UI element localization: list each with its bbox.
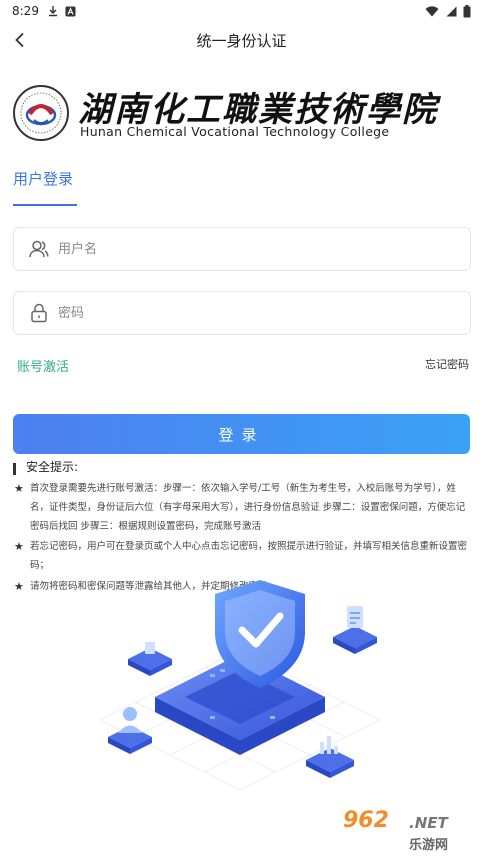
user-icon [28, 238, 50, 260]
password-field[interactable] [13, 291, 471, 335]
security-shield-illustration [99, 580, 381, 790]
back-button[interactable] [6, 26, 34, 54]
password-input[interactable] [58, 292, 470, 334]
college-name-en: Hunan Chemical Vocational Technology Col… [80, 124, 390, 139]
username-input[interactable] [58, 228, 470, 270]
status-time: 8:29 [12, 4, 39, 18]
username-field[interactable] [13, 227, 471, 271]
star-icon: ★ [14, 482, 24, 495]
site-watermark: 962 .NET 乐游网 [339, 806, 477, 854]
wifi-icon [425, 5, 439, 16]
watermark-number: 962 [343, 808, 389, 833]
tip-item: ★ 首次登录需要先进行账号激活：步骤一：依次输入学号/工号（新生为考生号，入校后… [14, 479, 472, 536]
login-button[interactable]: 登录 [13, 414, 470, 454]
forgot-password-link[interactable]: 忘记密码 [425, 356, 469, 372]
tip-text: 首次登录需要先进行账号激活：步骤一：依次输入学号/工号（新生为考生号，入校后账号… [30, 483, 466, 532]
status-bar: 8:29 [0, 0, 483, 22]
tips-accent-bar [13, 463, 16, 475]
chevron-left-icon [15, 32, 24, 48]
nav-bar: 统一身份认证 [0, 22, 483, 58]
battery-icon [463, 4, 471, 17]
star-icon: ★ [14, 540, 24, 553]
watermark-name: 乐游网 [409, 838, 449, 853]
signal-icon [446, 6, 457, 16]
download-icon [48, 6, 57, 17]
lock-icon [28, 302, 50, 324]
watermark-domain: .NET [409, 814, 448, 832]
college-logo: 湖南化工職業技術學院 Hunan Chemical Vocational Tec… [12, 78, 470, 144]
tips-title: 安全提示: [26, 460, 79, 474]
page-title: 统一身份认证 [196, 31, 287, 50]
star-icon: ★ [14, 580, 24, 593]
tab-active-indicator [13, 204, 77, 206]
tab-user-login[interactable]: 用户登录 [13, 168, 73, 189]
notification-a-icon [65, 6, 76, 16]
college-emblem-icon [13, 85, 69, 141]
account-activate-link[interactable]: 账号激活 [17, 356, 69, 375]
